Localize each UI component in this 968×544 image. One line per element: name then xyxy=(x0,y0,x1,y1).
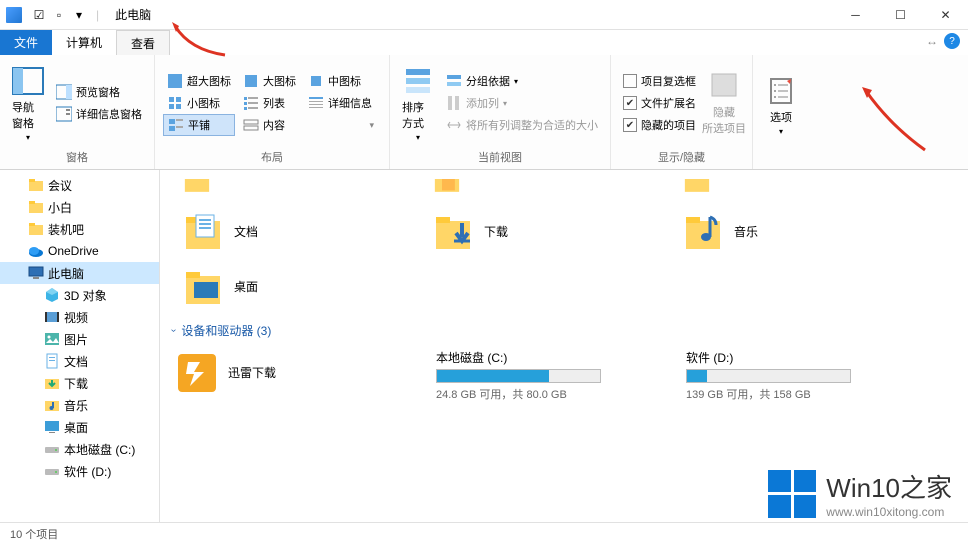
onedrive-icon xyxy=(28,243,44,259)
ribbon-group-showhide: 项目复选框 文件扩展名 隐藏的项目 隐藏 所选项目 显示/隐藏 xyxy=(611,55,753,169)
section-devices[interactable]: › 设备和驱动器 (3) xyxy=(172,322,956,339)
tree-item-5[interactable]: 3D 对象 xyxy=(0,284,159,306)
folder-item-music[interactable]: 音乐 xyxy=(678,204,928,259)
picture-icon xyxy=(44,331,60,347)
drive-icon xyxy=(44,463,60,479)
layout-s-icons[interactable]: 小图标 xyxy=(163,92,235,114)
folder-item-desktop[interactable]: 桌面 xyxy=(178,259,428,314)
sort-button[interactable]: 排序方式 ▾ xyxy=(398,59,438,147)
download-icon xyxy=(432,211,474,253)
group-showhide-label: 显示/隐藏 xyxy=(619,147,744,167)
ribbon-group-currentview: 排序方式 ▾ 分组依据 ▾ 添加列 ▾ 将所有列调整为合适的大小 当前视图 xyxy=(390,55,611,169)
nav-pane-button[interactable]: 导航窗格 ▾ xyxy=(8,59,48,147)
folder-item-download[interactable]: 下载 xyxy=(428,204,678,259)
doc-icon xyxy=(182,211,224,253)
watermark-logo-icon xyxy=(768,470,816,518)
group-layout-label: 布局 xyxy=(163,147,381,167)
minimize-ribbon-icon[interactable]: ↔ xyxy=(926,34,938,48)
download-icon xyxy=(44,375,60,391)
ribbon: 导航窗格 ▾ 预览窗格 详细信息窗格 窗格 超大图标 小图标 平铺 xyxy=(0,55,968,170)
ribbon-tabs: 文件 计算机 查看 ↔ ? xyxy=(0,30,968,55)
layout-list[interactable]: 列表 xyxy=(239,92,300,114)
layout-more-icon[interactable]: ▾ xyxy=(304,114,376,136)
tab-file[interactable]: 文件 xyxy=(0,30,52,55)
details-pane-button[interactable]: 详细信息窗格 xyxy=(52,103,146,125)
tree-item-11[interactable]: 桌面 xyxy=(0,416,159,438)
groupby-button[interactable]: 分组依据 ▾ xyxy=(442,70,602,92)
device-xunlei[interactable]: 迅雷下载 xyxy=(172,345,422,400)
group-currentview-label: 当前视图 xyxy=(398,147,602,167)
titlebar: ☑ ▫ ▾ | 此电脑 ─ ☐ ✕ xyxy=(0,0,968,30)
folder-item-doc[interactable]: 文档 xyxy=(178,204,428,259)
folder-icon xyxy=(28,199,44,215)
3d-icon xyxy=(44,287,60,303)
music-icon xyxy=(44,397,60,413)
music-icon xyxy=(682,211,724,253)
options-button[interactable]: 选项 ▾ xyxy=(761,59,801,151)
maximize-button[interactable]: ☐ xyxy=(878,0,923,30)
drive-icon xyxy=(44,441,60,457)
ribbon-group-options: 选项 ▾ xyxy=(753,55,809,169)
item-count: 10 个项目 xyxy=(10,526,58,542)
preview-pane-button[interactable]: 预览窗格 xyxy=(52,81,146,103)
nav-pane-label: 导航窗格 xyxy=(12,99,44,131)
group-panes-label: 窗格 xyxy=(8,147,146,167)
app-icon xyxy=(6,7,22,23)
tree-item-1[interactable]: 小白 xyxy=(0,196,159,218)
hide-selected-button[interactable]: 隐藏 所选项目 xyxy=(704,59,744,147)
check-itemboxes[interactable]: 项目复选框 xyxy=(619,70,700,92)
quick-access-toolbar: ☑ ▫ ▾ xyxy=(30,6,88,24)
tree-item-3[interactable]: OneDrive xyxy=(0,240,159,262)
addcol-button[interactable]: 添加列 ▾ xyxy=(442,92,602,114)
qat-dropdown-icon[interactable]: ▾ xyxy=(70,6,88,24)
layout-m-icons[interactable]: 中图标 xyxy=(304,70,376,92)
xunlei-icon xyxy=(176,352,218,394)
folder-icon xyxy=(28,221,44,237)
status-bar: 10 个项目 xyxy=(0,522,968,544)
tree-item-6[interactable]: 视频 xyxy=(0,306,159,328)
tree-item-2[interactable]: 装机吧 xyxy=(0,218,159,240)
drive-item-1[interactable]: 软件 (D:)139 GB 可用，共 158 GB xyxy=(672,345,922,406)
qat-properties-icon[interactable]: ☑ xyxy=(30,6,48,24)
video-icon xyxy=(44,309,60,325)
tree-item-13[interactable]: 软件 (D:) xyxy=(0,460,159,482)
nav-tree[interactable]: 会议小白装机吧OneDrive此电脑3D 对象视频图片文档下载音乐桌面本地磁盘 … xyxy=(0,170,160,522)
chevron-down-icon: › xyxy=(168,329,179,332)
close-button[interactable]: ✕ xyxy=(923,0,968,30)
layout-details[interactable]: 详细信息 xyxy=(304,92,376,114)
folder-icon xyxy=(28,177,44,193)
drive-usage-bar xyxy=(686,369,851,383)
minimize-button[interactable]: ─ xyxy=(833,0,878,30)
help-icon[interactable]: ? xyxy=(944,33,960,49)
layout-xl-icons[interactable]: 超大图标 xyxy=(163,70,235,92)
tree-item-4[interactable]: 此电脑 xyxy=(0,262,159,284)
desktop-icon xyxy=(44,419,60,435)
ribbon-group-layout: 超大图标 小图标 平铺 大图标 列表 内容 中图标 详细信息 ▾ 布局 xyxy=(155,55,390,169)
watermark: Win10之家 www.win10xitong.com xyxy=(768,468,952,519)
tree-item-10[interactable]: 音乐 xyxy=(0,394,159,416)
doc-icon xyxy=(44,353,60,369)
tab-computer[interactable]: 计算机 xyxy=(52,30,116,55)
tree-item-8[interactable]: 文档 xyxy=(0,350,159,372)
qat-new-folder-icon[interactable]: ▫ xyxy=(50,6,68,24)
window-title: 此电脑 xyxy=(115,6,151,23)
pc-icon xyxy=(28,265,44,281)
tree-item-7[interactable]: 图片 xyxy=(0,328,159,350)
ribbon-group-panes: 导航窗格 ▾ 预览窗格 详细信息窗格 窗格 xyxy=(0,55,155,169)
layout-content[interactable]: 内容 xyxy=(239,114,300,136)
check-extensions[interactable]: 文件扩展名 xyxy=(619,92,700,114)
sizeall-button[interactable]: 将所有列调整为合适的大小 xyxy=(442,114,602,136)
tree-item-12[interactable]: 本地磁盘 (C:) xyxy=(0,438,159,460)
tree-item-0[interactable]: 会议 xyxy=(0,174,159,196)
drive-item-0[interactable]: 本地磁盘 (C:)24.8 GB 可用，共 80.0 GB xyxy=(422,345,672,406)
desktop-icon xyxy=(182,266,224,308)
layout-tiles[interactable]: 平铺 xyxy=(163,114,235,136)
drive-usage-bar xyxy=(436,369,601,383)
check-hidden[interactable]: 隐藏的项目 xyxy=(619,114,700,136)
tree-item-9[interactable]: 下载 xyxy=(0,372,159,394)
tab-view[interactable]: 查看 xyxy=(116,30,170,55)
layout-l-icons[interactable]: 大图标 xyxy=(239,70,300,92)
